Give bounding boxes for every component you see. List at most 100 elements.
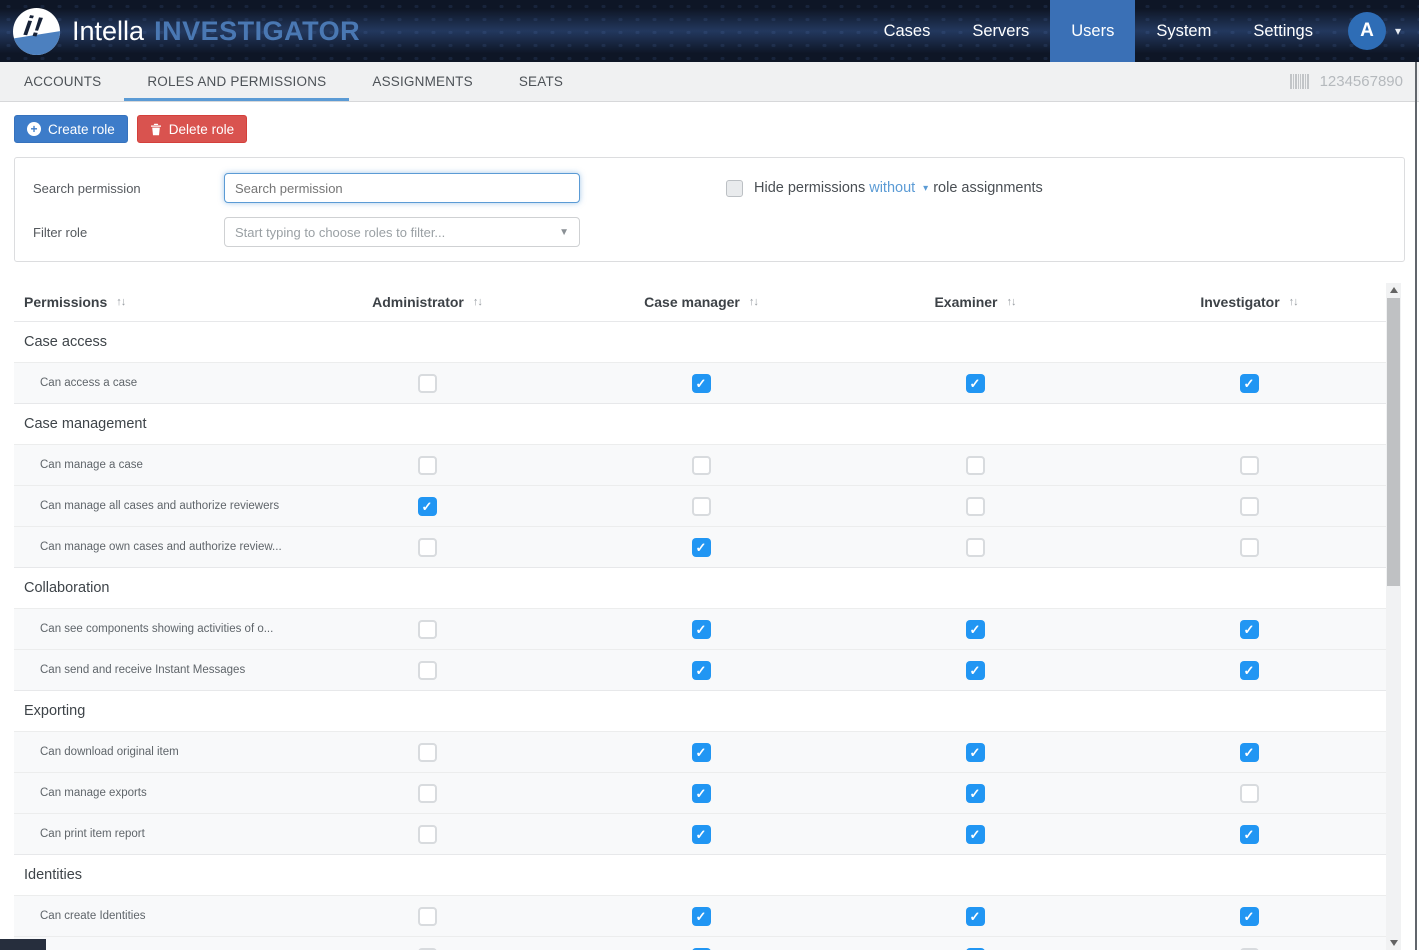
- logo-glyph: i!: [22, 9, 45, 43]
- checkbox-cell: [564, 456, 838, 475]
- checkbox-cell: ✓: [564, 538, 838, 557]
- nav-item-settings[interactable]: Settings: [1232, 0, 1334, 62]
- checkbox-cell: [838, 497, 1112, 516]
- checkbox-administrator[interactable]: [418, 743, 437, 762]
- checkbox-investigator[interactable]: [1240, 538, 1259, 557]
- filter-role-label: Filter role: [33, 225, 224, 240]
- avatar[interactable]: A: [1348, 12, 1386, 50]
- checkbox-case-manager[interactable]: ✓: [692, 620, 711, 639]
- vertical-scrollbar[interactable]: [1386, 283, 1401, 950]
- checkbox-cell: ✓: [564, 825, 838, 844]
- checkbox-investigator[interactable]: ✓: [1240, 374, 1259, 393]
- checkbox-examiner[interactable]: ✓: [966, 374, 985, 393]
- checkbox-cell: ✓: [564, 907, 838, 926]
- scrollbar-thumb[interactable]: [1387, 298, 1400, 586]
- checkbox-examiner[interactable]: ✓: [966, 907, 985, 926]
- hide-permissions-mode-link[interactable]: without: [869, 180, 915, 196]
- checkbox-cell: [290, 661, 564, 680]
- checkbox-case-manager[interactable]: ✓: [692, 907, 711, 926]
- checkbox-cell: [290, 907, 564, 926]
- hide-mode-caret-icon[interactable]: ▾: [923, 183, 928, 194]
- checkbox-investigator[interactable]: [1240, 456, 1259, 475]
- checkbox-examiner[interactable]: ✓: [966, 784, 985, 803]
- column-header-permissions[interactable]: Permissions↑↓: [14, 294, 290, 310]
- checkbox-investigator[interactable]: [1240, 784, 1259, 803]
- checkbox-examiner[interactable]: ✓: [966, 620, 985, 639]
- checkbox-administrator[interactable]: [418, 784, 437, 803]
- delete-role-button[interactable]: Delete role: [137, 115, 247, 143]
- column-header-examiner[interactable]: Examiner↑↓: [838, 294, 1112, 310]
- column-header-investigator[interactable]: Investigator↑↓: [1112, 294, 1386, 310]
- checkbox-examiner[interactable]: ✓: [966, 743, 985, 762]
- checkbox-cell: [1112, 497, 1386, 516]
- sort-icon[interactable]: ↑↓: [116, 296, 125, 308]
- checkbox-administrator[interactable]: ✓: [418, 497, 437, 516]
- checkbox-administrator[interactable]: [418, 374, 437, 393]
- sort-icon[interactable]: ↑↓: [749, 296, 758, 308]
- permission-row: Can delete Identities✓✓: [14, 936, 1386, 950]
- checkbox-cell: ✓: [564, 374, 838, 393]
- tab-accounts[interactable]: ACCOUNTS: [1, 62, 124, 101]
- nav-item-cases[interactable]: Cases: [863, 0, 952, 62]
- checkbox-administrator[interactable]: [418, 825, 437, 844]
- license-area: 1234567890: [1290, 62, 1419, 101]
- permission-row: Can send and receive Instant Messages ✓ ✓ ✓: [14, 649, 1386, 690]
- checkbox-cell: [564, 497, 838, 516]
- tab-seats[interactable]: SEATS: [496, 62, 586, 101]
- checkbox-investigator[interactable]: ✓: [1240, 620, 1259, 639]
- checkbox-case-manager[interactable]: ✓: [692, 825, 711, 844]
- checkbox-case-manager[interactable]: ✓: [692, 374, 711, 393]
- checkbox-cell: ✓: [564, 784, 838, 803]
- category-row-exporting: Exporting: [14, 690, 1386, 731]
- checkbox-case-manager[interactable]: ✓: [692, 661, 711, 680]
- scroll-up-button[interactable]: [1386, 283, 1401, 297]
- create-role-button[interactable]: + Create role: [14, 115, 128, 143]
- checkbox-administrator[interactable]: [418, 661, 437, 680]
- sort-icon[interactable]: ↑↓: [1289, 296, 1298, 308]
- checkbox-investigator[interactable]: [1240, 497, 1259, 516]
- checkbox-case-manager[interactable]: ✓: [692, 743, 711, 762]
- checkbox-cell: [290, 456, 564, 475]
- checkbox-case-manager[interactable]: [692, 497, 711, 516]
- checkbox-case-manager[interactable]: [692, 456, 711, 475]
- filter-role-select[interactable]: Start typing to choose roles to filter..…: [224, 217, 580, 247]
- checkbox-administrator[interactable]: [418, 456, 437, 475]
- sort-icon[interactable]: ↑↓: [473, 296, 482, 308]
- checkbox-cell: ✓: [838, 784, 1112, 803]
- checkbox-investigator[interactable]: ✓: [1240, 825, 1259, 844]
- checkbox-investigator[interactable]: ✓: [1240, 907, 1259, 926]
- nav-item-system[interactable]: System: [1135, 0, 1232, 62]
- checkbox-case-manager[interactable]: ✓: [692, 784, 711, 803]
- checkbox-case-manager[interactable]: ✓: [692, 538, 711, 557]
- nav-item-servers[interactable]: Servers: [951, 0, 1050, 62]
- category-row-case-access: Case access: [14, 321, 1386, 362]
- checkbox-examiner[interactable]: ✓: [966, 825, 985, 844]
- checkbox-administrator[interactable]: [418, 620, 437, 639]
- scroll-down-icon: [1390, 940, 1398, 946]
- checkbox-examiner[interactable]: ✓: [966, 661, 985, 680]
- category-row-collaboration: Collaboration: [14, 567, 1386, 608]
- sort-icon[interactable]: ↑↓: [1007, 296, 1016, 308]
- checkbox-cell: ✓: [1112, 374, 1386, 393]
- tab-strip: ACCOUNTSROLES AND PERMISSIONSASSIGNMENTS…: [0, 62, 1419, 102]
- scroll-down-button[interactable]: [1386, 936, 1401, 950]
- search-permission-input[interactable]: [224, 173, 580, 203]
- checkbox-examiner[interactable]: [966, 497, 985, 516]
- column-header-administrator[interactable]: Administrator↑↓: [290, 294, 564, 310]
- checkbox-examiner[interactable]: [966, 538, 985, 557]
- category-row-case-management: Case management: [14, 403, 1386, 444]
- nav-item-users[interactable]: Users: [1050, 0, 1135, 62]
- permission-label: Can send and receive Instant Messages: [40, 664, 245, 676]
- checkbox-investigator[interactable]: ✓: [1240, 661, 1259, 680]
- column-label: Case manager: [644, 294, 740, 310]
- checkbox-examiner[interactable]: [966, 456, 985, 475]
- tab-assignments[interactable]: ASSIGNMENTS: [349, 62, 495, 101]
- checkbox-investigator[interactable]: ✓: [1240, 743, 1259, 762]
- checkbox-administrator[interactable]: [418, 907, 437, 926]
- tab-roles-and-permissions[interactable]: ROLES AND PERMISSIONS: [124, 62, 349, 101]
- checkbox-administrator[interactable]: [418, 538, 437, 557]
- hide-permissions-checkbox[interactable]: [726, 180, 743, 197]
- column-header-case-manager[interactable]: Case manager ↑↓: [564, 294, 838, 310]
- search-permission-row: Search permission Hide permissions witho…: [33, 173, 1386, 203]
- chevron-down-icon[interactable]: ▾: [1395, 24, 1401, 38]
